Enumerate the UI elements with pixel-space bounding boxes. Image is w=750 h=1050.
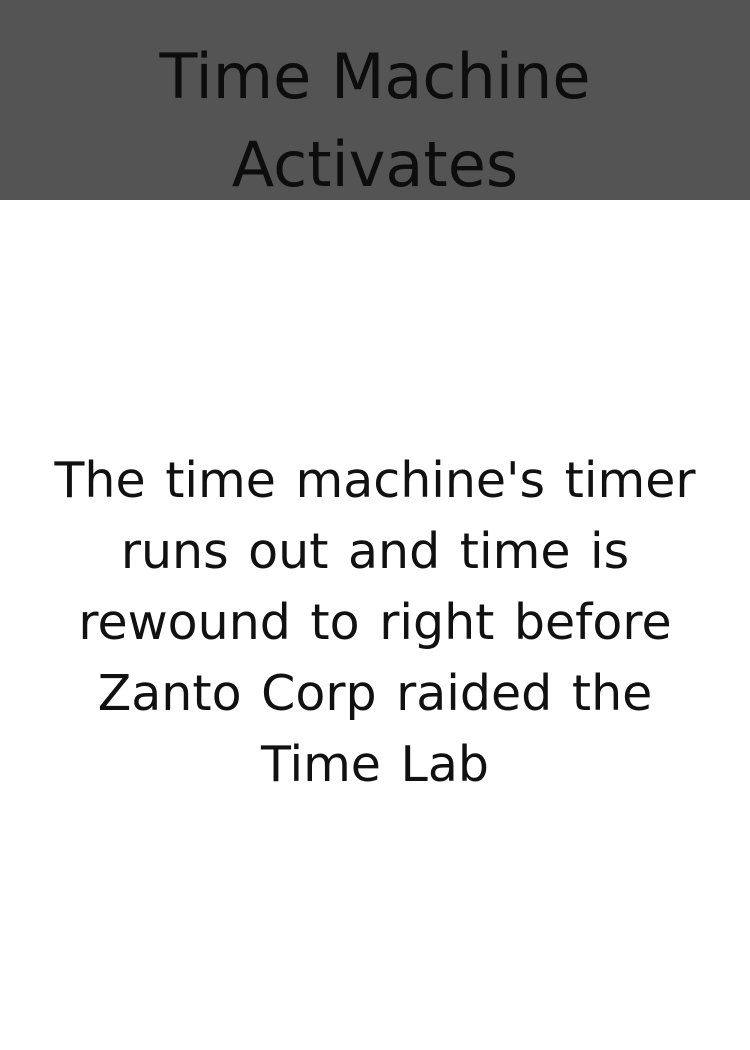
story-card: Time Machine Activates The time machine'…: [0, 0, 750, 1050]
card-header: Time Machine Activates: [0, 0, 750, 201]
card-title: Time Machine Activates: [159, 40, 591, 201]
card-description: The time machine's timer runs out and ti…: [54, 452, 696, 793]
